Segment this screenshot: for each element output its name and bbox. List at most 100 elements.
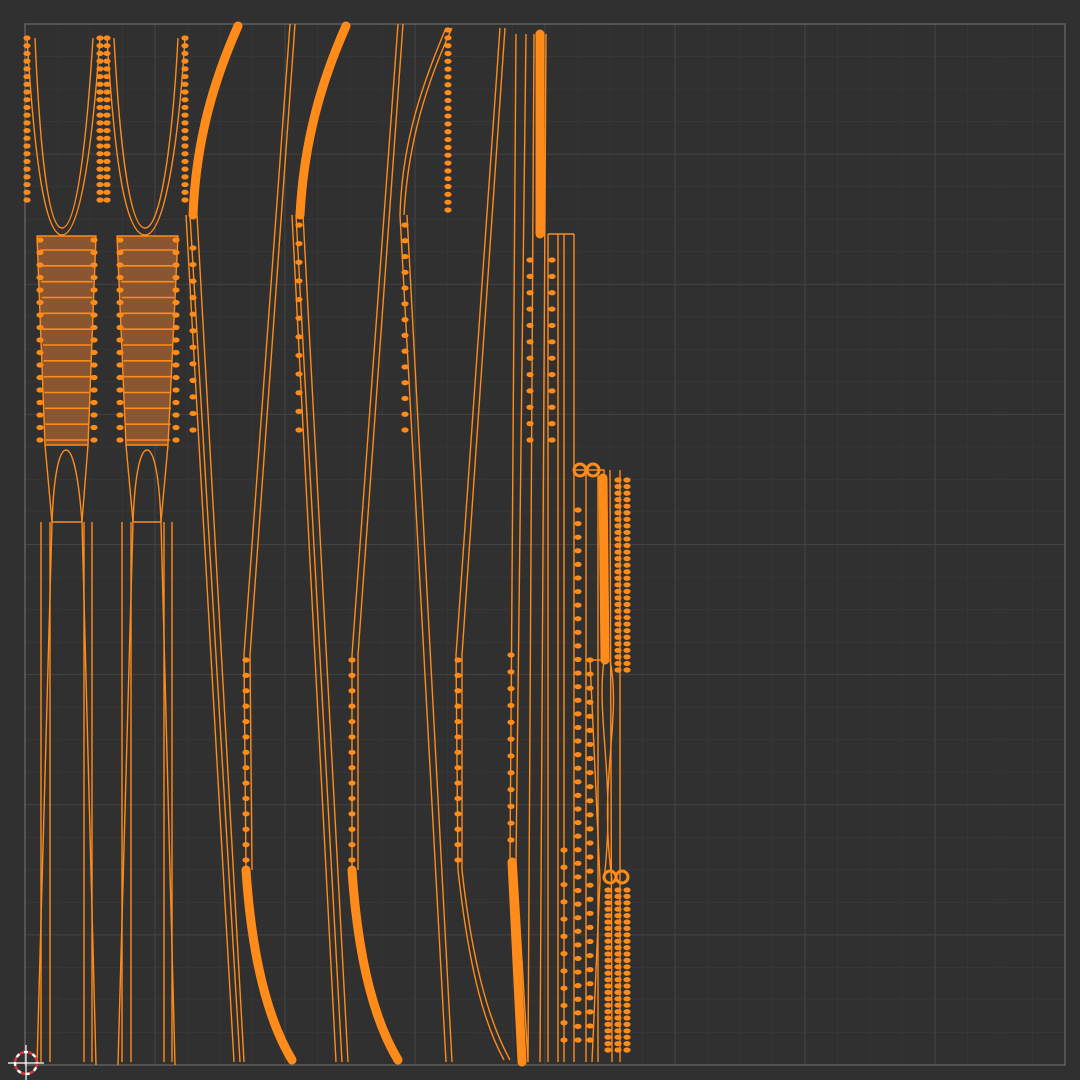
- uv-vertex[interactable]: [623, 964, 631, 970]
- uv-vertex[interactable]: [623, 614, 631, 621]
- uv-vertex[interactable]: [574, 874, 582, 880]
- uv-vertex[interactable]: [23, 104, 31, 111]
- uv-vertex[interactable]: [548, 437, 556, 443]
- uv-vertex[interactable]: [548, 290, 556, 296]
- uv-vertex[interactable]: [614, 977, 622, 983]
- uv-vertex[interactable]: [604, 1041, 612, 1047]
- uv-vertex[interactable]: [623, 549, 631, 555]
- uv-vertex[interactable]: [614, 582, 622, 588]
- uv-vertex[interactable]: [444, 144, 452, 150]
- uv-vertex[interactable]: [614, 621, 622, 627]
- uv-vertex[interactable]: [604, 919, 612, 925]
- uv-vertex[interactable]: [454, 734, 462, 740]
- uv-vertex[interactable]: [181, 35, 189, 41]
- uv-vertex[interactable]: [454, 718, 462, 725]
- uv-vertex[interactable]: [574, 507, 582, 513]
- uv-vertex[interactable]: [90, 362, 98, 368]
- uv-vertex[interactable]: [548, 355, 556, 361]
- uv-vertex[interactable]: [574, 1037, 582, 1043]
- uv-vertex[interactable]: [614, 900, 622, 906]
- uv-vertex[interactable]: [96, 151, 104, 157]
- uv-vertex[interactable]: [614, 601, 622, 608]
- uv-vertex[interactable]: [242, 718, 250, 725]
- uv-vertex[interactable]: [526, 421, 534, 427]
- uv-vertex[interactable]: [172, 349, 180, 356]
- uv-vertex[interactable]: [444, 58, 452, 64]
- uv-vertex[interactable]: [574, 520, 582, 527]
- uv-vertex[interactable]: [444, 136, 452, 143]
- uv-vertex[interactable]: [623, 887, 631, 893]
- uv-vertex[interactable]: [526, 306, 534, 312]
- uv-vertex[interactable]: [623, 951, 631, 957]
- uv-vertex[interactable]: [90, 249, 98, 256]
- uv-vertex[interactable]: [90, 274, 98, 281]
- uv-vertex[interactable]: [96, 112, 104, 118]
- uv-vertex[interactable]: [560, 899, 568, 905]
- uv-vertex[interactable]: [116, 299, 124, 306]
- uv-vertex[interactable]: [181, 181, 189, 188]
- uv-vertex[interactable]: [103, 135, 111, 141]
- uv-vertex[interactable]: [172, 399, 180, 406]
- uv-vertex[interactable]: [574, 670, 582, 676]
- uv-vertex[interactable]: [348, 672, 356, 678]
- uv-vertex[interactable]: [242, 780, 250, 786]
- uv-vertex[interactable]: [574, 928, 582, 934]
- uv-vertex[interactable]: [623, 977, 631, 983]
- uv-vertex[interactable]: [586, 938, 594, 945]
- uv-vertex[interactable]: [348, 734, 356, 740]
- uv-vertex[interactable]: [614, 529, 622, 536]
- uv-vertex[interactable]: [181, 81, 189, 87]
- uv-vertex[interactable]: [623, 989, 631, 996]
- uv-vertex[interactable]: [614, 983, 622, 989]
- uv-vertex[interactable]: [116, 362, 124, 368]
- uv-vertex[interactable]: [574, 656, 582, 663]
- uv-vertex[interactable]: [574, 616, 582, 622]
- uv-vertex[interactable]: [189, 361, 197, 367]
- uv-vertex[interactable]: [604, 1028, 612, 1034]
- uv-vertex[interactable]: [242, 688, 250, 694]
- uv-vertex[interactable]: [623, 1009, 631, 1015]
- uv-vertex[interactable]: [560, 1037, 568, 1043]
- uv-vertex[interactable]: [90, 337, 98, 343]
- uv-vertex[interactable]: [604, 1034, 612, 1040]
- uv-vertex[interactable]: [526, 388, 534, 394]
- uv-vertex[interactable]: [23, 174, 31, 180]
- uv-vertex[interactable]: [401, 332, 409, 338]
- uv-vertex[interactable]: [96, 81, 104, 87]
- uv-vertex[interactable]: [295, 296, 303, 303]
- uv-vertex[interactable]: [36, 249, 44, 256]
- uv-vertex[interactable]: [116, 287, 124, 293]
- uv-vertex[interactable]: [181, 89, 189, 95]
- uv-vertex[interactable]: [614, 523, 622, 529]
- uv-vertex[interactable]: [181, 97, 189, 103]
- uv-vertex[interactable]: [295, 390, 303, 396]
- uv-vertex[interactable]: [36, 324, 44, 331]
- uv-vertex[interactable]: [526, 273, 534, 279]
- uv-vertex[interactable]: [172, 312, 180, 318]
- uv-vertex[interactable]: [623, 582, 631, 588]
- uv-vertex[interactable]: [181, 151, 189, 157]
- uv-vertex[interactable]: [454, 765, 462, 771]
- uv-vertex[interactable]: [189, 311, 197, 317]
- uv-vertex[interactable]: [242, 749, 250, 755]
- uv-vertex[interactable]: [348, 857, 356, 863]
- uv-vertex[interactable]: [444, 35, 452, 41]
- uv-vertex[interactable]: [189, 427, 197, 433]
- uv-vertex[interactable]: [444, 121, 452, 127]
- uv-vertex[interactable]: [586, 868, 594, 874]
- uv-vertex[interactable]: [172, 274, 180, 281]
- uv-vertex[interactable]: [574, 711, 582, 717]
- uv-vertex[interactable]: [623, 490, 631, 496]
- uv-vertex[interactable]: [548, 404, 556, 410]
- uv-vertex[interactable]: [444, 160, 452, 166]
- uv-vertex[interactable]: [36, 362, 44, 368]
- uv-vertex[interactable]: [181, 73, 189, 80]
- uv-vertex[interactable]: [614, 945, 622, 951]
- uv-vertex[interactable]: [548, 273, 556, 279]
- uv-vertex[interactable]: [604, 945, 612, 951]
- uv-vertex[interactable]: [604, 887, 612, 893]
- uv-vertex[interactable]: [444, 27, 452, 33]
- uv-vertex[interactable]: [623, 660, 631, 667]
- uv-vertex[interactable]: [586, 1037, 594, 1043]
- uv-vertex[interactable]: [586, 671, 594, 677]
